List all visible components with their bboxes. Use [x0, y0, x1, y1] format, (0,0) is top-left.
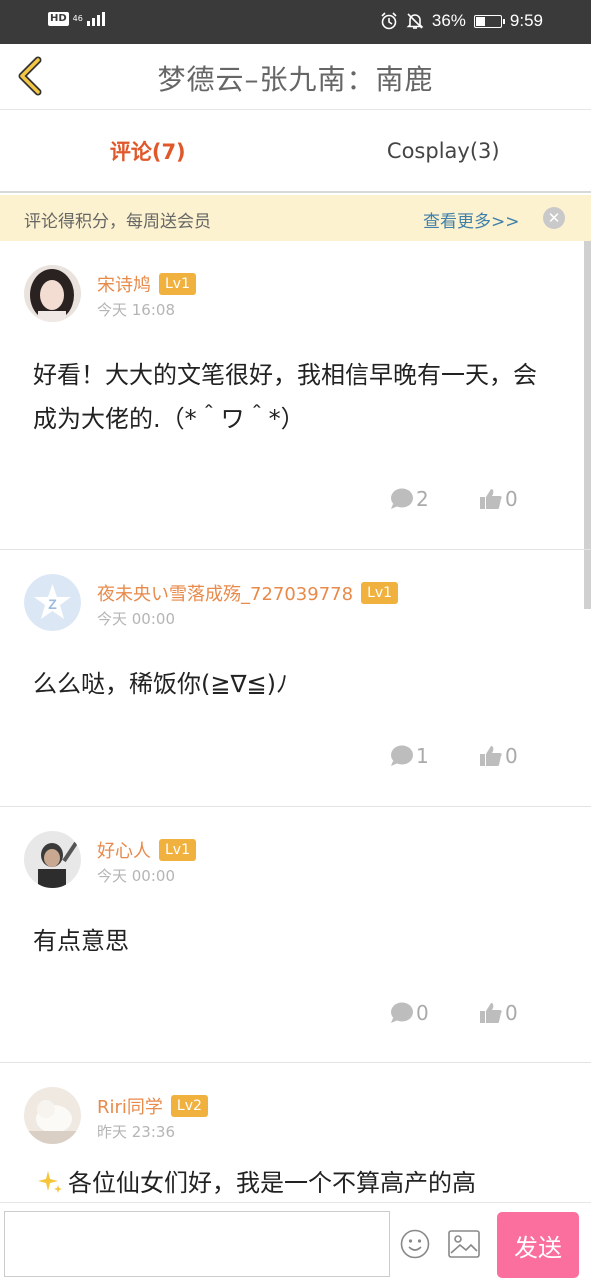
user-row: 好心人 Lv1 [97, 837, 196, 863]
user-row: 宋诗鸠 Lv1 [97, 271, 196, 297]
tab-bar: 评论(7) Cosplay(3) [0, 110, 591, 193]
status-left: HD 46 [48, 12, 105, 26]
comment-time: 今天 00:00 [97, 610, 175, 628]
like-count: 0 [505, 744, 518, 768]
smile-icon [400, 1229, 430, 1259]
notice-text: 评论得积分，每周送会员 [24, 212, 211, 232]
like-button[interactable]: 0 [479, 487, 518, 511]
comment-text: 么么哒，稀饭你(≧∇≦)ﾉ [33, 670, 288, 698]
tab-cosplay[interactable]: Cosplay(3) [296, 110, 591, 191]
username[interactable]: 宋诗鸠 [97, 271, 151, 297]
status-bar: HD 46 36% 9:59 [0, 0, 591, 44]
like-button[interactable]: 0 [479, 1001, 518, 1025]
comment-composer: 发送 [0, 1202, 591, 1280]
tab-comments[interactable]: 评论(7) [0, 110, 296, 191]
comment-text: 好看！大大的文笔很好，我相信早晚有一天，会成为大佬的.（*＾ワ＾*） [33, 361, 537, 433]
reply-count: 2 [416, 487, 429, 511]
user-row: Riri同学 Lv2 [97, 1093, 208, 1119]
thumbs-up-icon [480, 489, 502, 509]
level-badge: Lv2 [170, 1095, 208, 1117]
avatar[interactable] [24, 1087, 81, 1144]
battery-icon [473, 14, 505, 28]
chevron-left-icon [18, 56, 42, 96]
image-button[interactable] [448, 1230, 480, 1258]
username[interactable]: Riri同学 [97, 1093, 163, 1119]
comment-item: 宋诗鸠 Lv1 今天 16:08 好看！大大的文笔很好，我相信早晚有一天，会成为… [0, 241, 591, 550]
page-title: 梦德云–张九南：南鹿 [157, 63, 434, 96]
see-more-link[interactable]: 查看更多>> [423, 207, 520, 232]
comment-text: 各位仙女们好，我是一个不算高产的高 [68, 1169, 476, 1197]
comment-text: 有点意思 [33, 927, 129, 955]
level-badge: Lv1 [159, 839, 196, 861]
network-type: 46 [72, 14, 83, 23]
hd-icon: HD [48, 12, 69, 26]
chat-bubble-icon [391, 745, 413, 766]
sparkles-icon [38, 1171, 62, 1193]
comment-item: Riri同学 Lv2 昨天 23:36 各位仙女们好，我是一个不算高产的高 [0, 1063, 591, 1202]
username[interactable]: 夜未央い雪落成殇_727039778 [97, 580, 353, 606]
user-row: 夜未央い雪落成殇_727039778 Lv1 [97, 580, 399, 606]
signal-icon [86, 12, 105, 26]
reply-count: 1 [416, 744, 429, 768]
back-button[interactable] [10, 54, 54, 98]
avatar[interactable] [24, 831, 81, 888]
emoji-button[interactable] [400, 1229, 430, 1259]
avatar[interactable]: Z [24, 574, 81, 631]
send-button[interactable]: 发送 [497, 1212, 579, 1278]
comment-item: 好心人 Lv1 今天 00:00 有点意思 0 0 [0, 807, 591, 1063]
alarm-icon [381, 12, 397, 30]
like-count: 0 [505, 487, 518, 511]
like-button[interactable]: 0 [479, 744, 518, 768]
like-count: 0 [505, 1001, 518, 1025]
thumbs-up-icon [480, 1003, 502, 1023]
mute-icon [406, 13, 424, 29]
comment-time: 昨天 23:36 [97, 1123, 175, 1141]
comment-list[interactable]: 宋诗鸠 Lv1 今天 16:08 好看！大大的文笔很好，我相信早晚有一天，会成为… [0, 241, 591, 1202]
close-icon[interactable]: ✕ [543, 207, 565, 229]
chat-bubble-icon [391, 1002, 413, 1023]
comment-time: 今天 16:08 [97, 301, 175, 319]
avatar[interactable] [24, 265, 81, 322]
comment-item: Z 夜未央い雪落成殇_727039778 Lv1 今天 00:00 么么哒，稀饭… [0, 550, 591, 807]
svg-text:Z: Z [48, 596, 57, 612]
battery-percent: 36% [431, 11, 466, 30]
level-badge: Lv1 [159, 273, 196, 295]
chat-bubble-icon [391, 488, 413, 509]
comment-text-row: 各位仙女们好，我是一个不算高产的高 [36, 1161, 476, 1202]
comment-input[interactable] [4, 1211, 390, 1277]
title-bar: 梦德云–张九南：南鹿 [0, 44, 591, 110]
reply-count: 0 [416, 1001, 429, 1025]
image-icon [448, 1230, 480, 1258]
reply-button[interactable]: 2 [390, 487, 429, 511]
clock: 9:59 [509, 11, 543, 30]
username[interactable]: 好心人 [97, 837, 151, 863]
level-badge: Lv1 [361, 582, 399, 604]
reply-button[interactable]: 0 [390, 1001, 429, 1025]
reply-button[interactable]: 1 [390, 744, 429, 768]
comment-time: 今天 00:00 [97, 867, 175, 885]
notice-banner: 评论得积分，每周送会员 查看更多>> ✕ [0, 195, 591, 241]
thumbs-up-icon [480, 746, 502, 766]
status-right: 36% 9:59 [380, 11, 543, 31]
